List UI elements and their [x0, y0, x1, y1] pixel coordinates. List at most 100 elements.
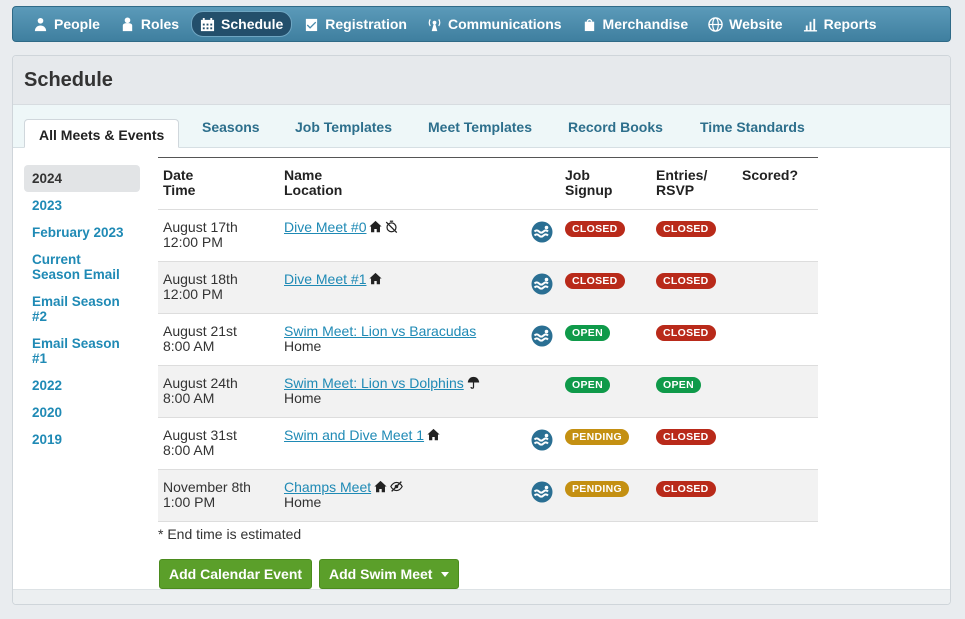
roles-icon	[122, 16, 133, 31]
event-name-cell: Swim Meet: Lion vs Baracudas Home	[284, 324, 476, 354]
event-name-link[interactable]: Dive Meet #0	[284, 219, 366, 235]
season-item-email-season-1[interactable]: Email Season #1	[24, 336, 140, 366]
season-item-2024[interactable]: 2024	[24, 165, 140, 192]
event-type-cell	[531, 429, 553, 454]
tab-meet-templates[interactable]: Meet Templates	[428, 119, 532, 135]
event-date: August 24th	[163, 375, 238, 391]
season-item-february-2023[interactable]: February 2023	[24, 225, 140, 240]
event-type-cell	[531, 481, 553, 506]
tab-seasons[interactable]: Seasons	[202, 119, 260, 135]
add-calendar-event-label: Add Calendar Event	[169, 566, 303, 582]
season-item-2023[interactable]: 2023	[24, 198, 140, 213]
nav-label: Reports	[823, 16, 877, 32]
nav-reports[interactable]: Reports	[795, 12, 885, 36]
season-item-current-season-email[interactable]: Current Season Email	[24, 252, 140, 282]
nav-communications[interactable]: Communications	[419, 12, 570, 36]
job-signup-status-badge: CLOSED	[565, 221, 625, 237]
header-time-label: Time	[163, 182, 196, 198]
event-name-link[interactable]: Dive Meet #1	[284, 271, 366, 287]
tab-bar: All Meets & Events Seasons Job Templates…	[13, 105, 950, 148]
header-name: Name Location	[284, 168, 342, 198]
event-location: Home	[284, 390, 322, 406]
event-name-cell: Dive Meet #0	[284, 220, 398, 235]
add-swim-meet-label: Add Swim Meet	[329, 566, 433, 582]
header-date: Date Time	[163, 168, 195, 198]
event-name-cell: Swim and Dive Meet 1	[284, 428, 440, 443]
nav-label: Schedule	[221, 16, 284, 32]
event-date-cell: August 18th 12:00 PM	[163, 272, 238, 302]
event-name-link[interactable]: Swim and Dive Meet 1	[284, 427, 424, 443]
home-icon	[369, 220, 383, 233]
event-time: 12:00 PM	[163, 286, 223, 302]
table-row: August 21st 8:00 AM Swim Meet: Lion vs Bar…	[158, 314, 818, 366]
entries-status-badge: CLOSED	[656, 481, 716, 497]
nav-roles[interactable]: Roles	[112, 12, 187, 36]
header-location-label: Location	[284, 182, 343, 198]
event-date-cell: August 24th 8:00 AM	[163, 376, 238, 406]
event-location: Home	[284, 338, 322, 354]
season-item-2020[interactable]: 2020	[24, 405, 140, 420]
table-row: August 24th 8:00 AM Swim Meet: Lion vs Dol…	[158, 366, 818, 418]
season-item-2019[interactable]: 2019	[24, 432, 140, 447]
event-date-cell: August 17th 12:00 PM	[163, 220, 238, 250]
add-swim-meet-button[interactable]: Add Swim Meet	[319, 559, 460, 589]
season-item-email-season-2[interactable]: Email Season #2	[24, 294, 140, 324]
season-item-2022[interactable]: 2022	[24, 378, 140, 393]
table-header-row: Date Time Name Location Job Signup Entri…	[158, 158, 818, 210]
entries-rsvp-cell: CLOSED	[656, 324, 716, 341]
header-date-label: Date	[163, 167, 194, 183]
nav-registration[interactable]: Registration	[296, 12, 415, 36]
event-name-cell: Dive Meet #1	[284, 271, 383, 287]
header-name-label: Name	[284, 167, 323, 183]
tab-time-standards[interactable]: Time Standards	[700, 119, 805, 135]
broadcast-icon	[428, 18, 441, 31]
home-icon	[374, 480, 387, 493]
job-signup-cell: OPEN	[565, 324, 610, 341]
checklist-icon	[306, 18, 318, 31]
event-name-link[interactable]: Champs Meet	[284, 479, 371, 495]
event-name-link[interactable]: Swim Meet: Lion vs Dolphins	[284, 375, 464, 391]
job-signup-cell: CLOSED	[565, 220, 625, 237]
tab-record-books[interactable]: Record Books	[568, 119, 663, 135]
job-signup-cell: CLOSED	[565, 272, 625, 289]
table-row: August 31st 8:00 AM Swim and Dive Meet 1 PE…	[158, 418, 818, 470]
event-type-cell	[531, 221, 553, 246]
nav-label: Communications	[447, 16, 562, 32]
panel-header: Schedule	[13, 56, 950, 105]
swim-meet-logo-icon	[531, 481, 553, 503]
nav-people[interactable]: People	[25, 12, 108, 36]
home-icon	[427, 428, 440, 441]
job-signup-status-badge: CLOSED	[565, 273, 625, 289]
page-title: Schedule	[24, 68, 113, 91]
eye-slash-icon	[390, 480, 403, 493]
nav-merchandise[interactable]: Merchandise	[574, 12, 697, 36]
event-time: 8:00 AM	[163, 338, 215, 354]
home-icon	[369, 272, 383, 285]
header-job-label: Job	[565, 167, 590, 183]
tab-all-meets-events[interactable]: All Meets & Events	[24, 119, 180, 148]
caret-down-icon	[441, 571, 450, 577]
job-signup-cell: OPEN	[565, 376, 610, 393]
event-date: August 31st	[163, 427, 237, 443]
table-row: August 17th 12:00 PM Dive Meet #0 CLOSED CLO…	[158, 210, 818, 262]
event-name-cell: Swim Meet: Lion vs Dolphins Home	[284, 376, 480, 406]
entries-status-badge: CLOSED	[656, 221, 716, 237]
job-signup-status-badge: PENDING	[565, 429, 629, 445]
event-date-cell: August 21st 8:00 AM	[163, 324, 237, 354]
event-type-cell	[531, 273, 553, 298]
event-time: 8:00 AM	[163, 390, 215, 406]
nav-schedule[interactable]: Schedule	[191, 11, 293, 37]
event-time: 8:00 AM	[163, 442, 215, 458]
nav-label: Website	[729, 16, 783, 32]
event-name-link[interactable]: Swim Meet: Lion vs Baracudas	[284, 323, 476, 339]
nav-website[interactable]: Website	[700, 12, 790, 36]
tab-job-templates[interactable]: Job Templates	[295, 119, 392, 135]
entries-rsvp-cell: CLOSED	[656, 428, 716, 445]
bar-chart-icon	[803, 18, 817, 32]
top-navigation: People Roles Schedule Registration Commu…	[12, 6, 951, 42]
panel-footer	[13, 589, 950, 604]
entries-rsvp-cell: CLOSED	[656, 220, 716, 237]
event-type-cell	[531, 325, 553, 350]
schedule-panel: Schedule All Meets & Events Seasons Job …	[12, 55, 951, 605]
add-calendar-event-button[interactable]: Add Calendar Event	[159, 559, 313, 589]
